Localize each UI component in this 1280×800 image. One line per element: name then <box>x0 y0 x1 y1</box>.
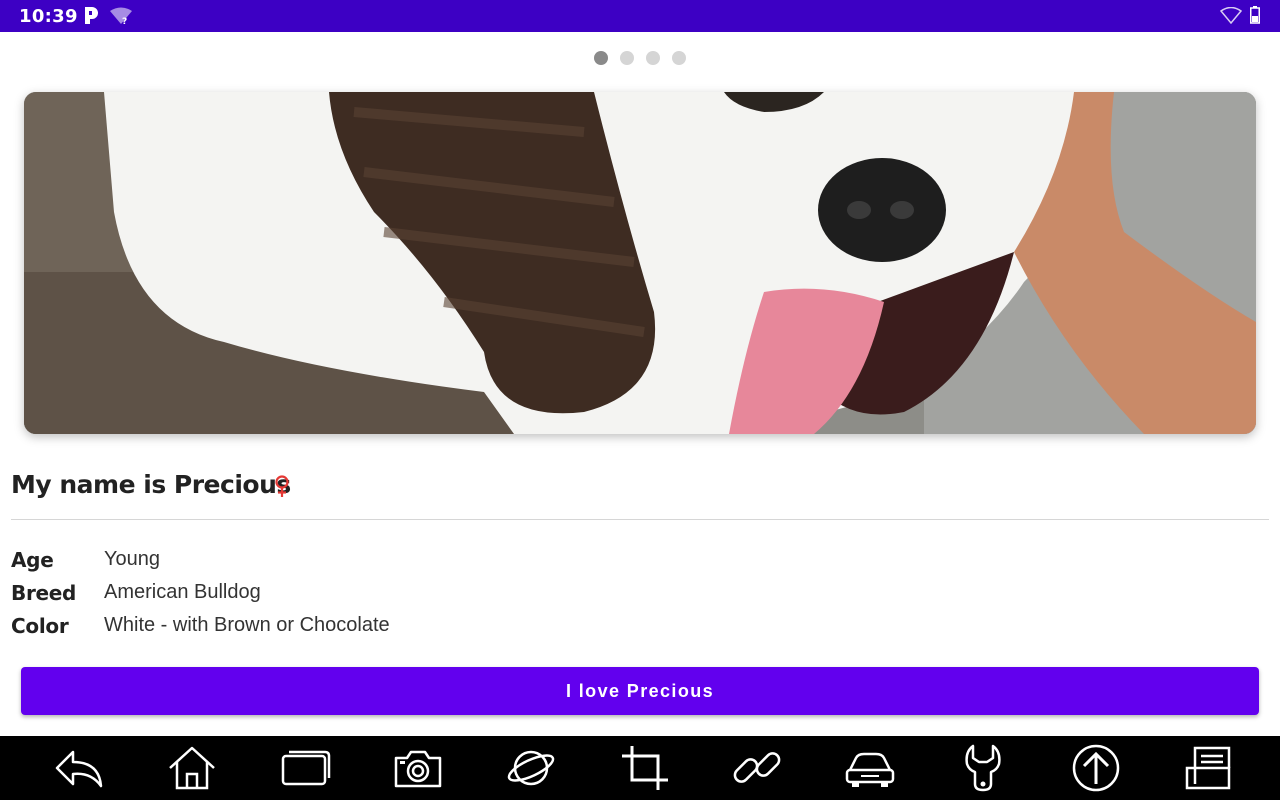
nav-car-button[interactable] <box>842 744 898 792</box>
detail-value: American Bulldog <box>104 581 261 603</box>
crop-icon <box>622 746 668 790</box>
link-icon <box>733 752 781 783</box>
detail-row-age: Age Young <box>11 543 390 576</box>
female-icon <box>275 475 289 497</box>
nav-back-button[interactable] <box>51 744 107 792</box>
detail-label: Color <box>11 613 69 638</box>
pager-dot-2[interactable] <box>620 51 634 65</box>
browser-planet-icon <box>507 750 555 786</box>
back-icon <box>55 750 103 788</box>
wifi-question-icon: ? <box>110 7 132 25</box>
nav-home-button[interactable] <box>164 744 220 792</box>
love-button[interactable]: I love Precious <box>21 667 1259 715</box>
nav-document-button[interactable] <box>1181 744 1237 792</box>
nav-wrench-button[interactable] <box>955 744 1011 792</box>
parking-app-icon <box>85 7 98 24</box>
detail-value: White - with Brown or Chocolate <box>104 614 390 636</box>
camera-icon <box>394 750 442 788</box>
dog-photo <box>24 92 1256 434</box>
nav-bar <box>0 736 1280 800</box>
detail-label: Age <box>11 547 54 572</box>
divider <box>11 519 1269 520</box>
status-time: 10:39 <box>19 6 78 27</box>
status-bar: 10:39 ? <box>0 0 1280 32</box>
nav-crop-button[interactable] <box>616 744 672 792</box>
car-icon <box>845 752 895 787</box>
pet-details: Age Young Breed American Bulldog Color W… <box>11 543 390 642</box>
pager-dot-1[interactable] <box>594 51 608 65</box>
wrench-icon <box>965 744 1001 792</box>
document-icon <box>1185 746 1231 790</box>
upload-icon <box>1072 744 1120 792</box>
nav-upload-button[interactable] <box>1068 744 1124 792</box>
detail-row-color: Color White - with Brown or Chocolate <box>11 609 390 642</box>
svg-text:?: ? <box>122 17 127 25</box>
nav-recent-apps-button[interactable] <box>277 744 333 792</box>
detail-row-breed: Breed American Bulldog <box>11 576 390 609</box>
battery-icon <box>1250 6 1260 24</box>
detail-value: Young <box>104 548 160 570</box>
image-pager-indicator <box>594 51 686 65</box>
nav-camera-button[interactable] <box>390 744 446 792</box>
pager-dot-4[interactable] <box>672 51 686 65</box>
pet-photo-card[interactable] <box>24 92 1256 434</box>
nav-link-button[interactable] <box>729 744 785 792</box>
pet-name-title: My name is Precious <box>11 470 291 499</box>
home-icon <box>169 746 215 790</box>
recent-apps-icon <box>281 750 331 786</box>
wifi-icon <box>1220 7 1242 24</box>
detail-label: Breed <box>11 580 77 605</box>
nav-browser-button[interactable] <box>503 744 559 792</box>
pager-dot-3[interactable] <box>646 51 660 65</box>
